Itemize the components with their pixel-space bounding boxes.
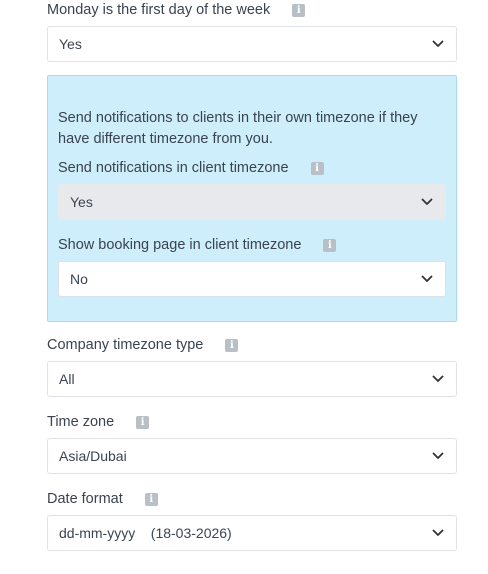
client-tz-booking-label-text: Show booking page in client timezone — [58, 237, 302, 253]
info-icon[interactable]: i — [225, 338, 239, 352]
date-format-label: Date format i — [47, 489, 158, 509]
company-tz-type-select[interactable]: All — [47, 361, 457, 397]
info-icon[interactable]: i — [136, 415, 150, 429]
first-day-value: Yes — [59, 36, 82, 52]
info-icon[interactable]: i — [323, 238, 337, 252]
chevron-down-icon — [421, 275, 433, 282]
client-tz-booking-value: No — [70, 271, 88, 287]
time-zone-value: Asia/Dubai — [59, 448, 127, 464]
info-icon[interactable]: i — [144, 492, 158, 506]
company-tz-type-label: Company timezone type i — [47, 335, 239, 355]
time-zone-label: Time zone i — [47, 412, 150, 432]
chevron-down-icon — [432, 375, 444, 382]
chevron-down-icon — [432, 40, 444, 47]
client-tz-booking-select[interactable]: No — [58, 261, 446, 297]
date-format-label-text: Date format — [47, 491, 123, 507]
client-tz-notifications-label: Send notifications in client timezone i — [58, 158, 324, 178]
client-tz-booking-label: Show booking page in client timezone i — [58, 235, 337, 255]
first-day-label-text: Monday is the first day of the week — [47, 2, 271, 18]
first-day-select[interactable]: Yes — [47, 26, 457, 62]
company-tz-type-value: All — [59, 371, 75, 387]
info-icon[interactable]: i — [292, 3, 306, 17]
chevron-down-icon — [421, 198, 433, 205]
client-tz-notifications-value: Yes — [70, 194, 93, 210]
time-zone-label-text: Time zone — [47, 414, 115, 430]
first-day-label: Monday is the first day of the week i — [47, 0, 306, 20]
client-timezone-notice: Send notifications to clients in their o… — [58, 110, 418, 147]
company-tz-type-label-text: Company timezone type — [47, 337, 204, 353]
date-format-select[interactable]: dd-mm-yyyy (18-03-2026) — [47, 515, 457, 551]
date-format-value: dd-mm-yyyy (18-03-2026) — [59, 525, 232, 541]
chevron-down-icon — [432, 529, 444, 536]
client-tz-notifications-label-text: Send notifications in client timezone — [58, 160, 289, 176]
time-zone-select[interactable]: Asia/Dubai — [47, 438, 457, 474]
chevron-down-icon — [432, 452, 444, 459]
client-tz-notifications-select[interactable]: Yes — [58, 184, 446, 220]
info-icon[interactable]: i — [310, 161, 324, 175]
